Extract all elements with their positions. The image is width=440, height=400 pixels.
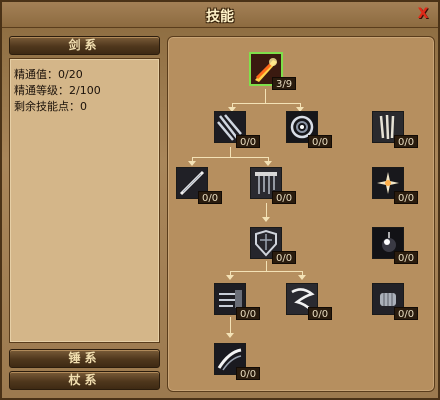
skill-level: 0/0 [394, 135, 419, 148]
skill-r2b[interactable]: 0/0 [250, 167, 297, 204]
connector [192, 157, 268, 158]
window-title: 技能 [206, 9, 234, 25]
skill-r2a[interactable]: 0/0 [176, 167, 223, 204]
skill-root[interactable]: 3/9 [249, 52, 297, 90]
skill-tree-panel: 3/9 0/0 0/0 0/0 0/0 0/0 0/0 0/0 0/0 0/0 … [167, 36, 435, 392]
connector [232, 103, 300, 104]
arrow-icon [226, 275, 234, 280]
skill-level: 0/0 [198, 191, 223, 204]
tab-staff[interactable]: 杖系 [9, 371, 160, 390]
skill-r3b[interactable]: 0/0 [372, 227, 419, 264]
skill-info-panel: 精通值：0/20 精通等级：2/100 剩余技能点：0 [9, 58, 160, 343]
arrow-icon [264, 161, 272, 166]
mastery-value: 精通值：0/20 [14, 68, 83, 81]
remaining-points: 剩余技能点：0 [14, 100, 87, 113]
skill-r3a[interactable]: 0/0 [250, 227, 297, 264]
skill-r1a[interactable]: 0/0 [214, 111, 261, 148]
skill-level: 0/0 [394, 191, 419, 204]
arrow-icon [262, 217, 270, 222]
connector [230, 147, 231, 157]
skill-r5a[interactable]: 0/0 [214, 343, 261, 380]
skill-level: 0/0 [272, 191, 297, 204]
skill-r1b[interactable]: 0/0 [286, 111, 333, 148]
connector [230, 271, 302, 272]
skill-r1c[interactable]: 0/0 [372, 111, 419, 148]
connector [265, 89, 266, 103]
tab-sword[interactable]: 剑系 [9, 36, 160, 55]
skill-level: 3/9 [272, 77, 297, 90]
skill-level: 0/0 [236, 367, 261, 380]
arrow-icon [298, 275, 306, 280]
skill-level: 0/0 [236, 307, 261, 320]
close-button[interactable]: X [414, 5, 432, 23]
skill-level: 0/0 [236, 135, 261, 148]
arrow-icon [226, 333, 234, 338]
skill-r4a[interactable]: 0/0 [214, 283, 261, 320]
skill-level: 0/0 [272, 251, 297, 264]
skill-window: 技能 X 剑系 精通值：0/20 精通等级：2/100 剩余技能点：0 锤系 杖… [0, 0, 440, 400]
title-bar[interactable]: 技能 X [2, 2, 438, 28]
skill-r4b[interactable]: 0/0 [286, 283, 333, 320]
tab-hammer[interactable]: 锤系 [9, 349, 160, 368]
skill-level: 0/0 [394, 251, 419, 264]
connector [266, 261, 267, 271]
skill-level: 0/0 [394, 307, 419, 320]
skill-r2c[interactable]: 0/0 [372, 167, 419, 204]
arrow-icon [188, 161, 196, 166]
skill-level: 0/0 [308, 135, 333, 148]
mastery-level: 精通等级：2/100 [14, 84, 101, 97]
skill-r4c[interactable]: 0/0 [372, 283, 419, 320]
skill-level: 0/0 [308, 307, 333, 320]
